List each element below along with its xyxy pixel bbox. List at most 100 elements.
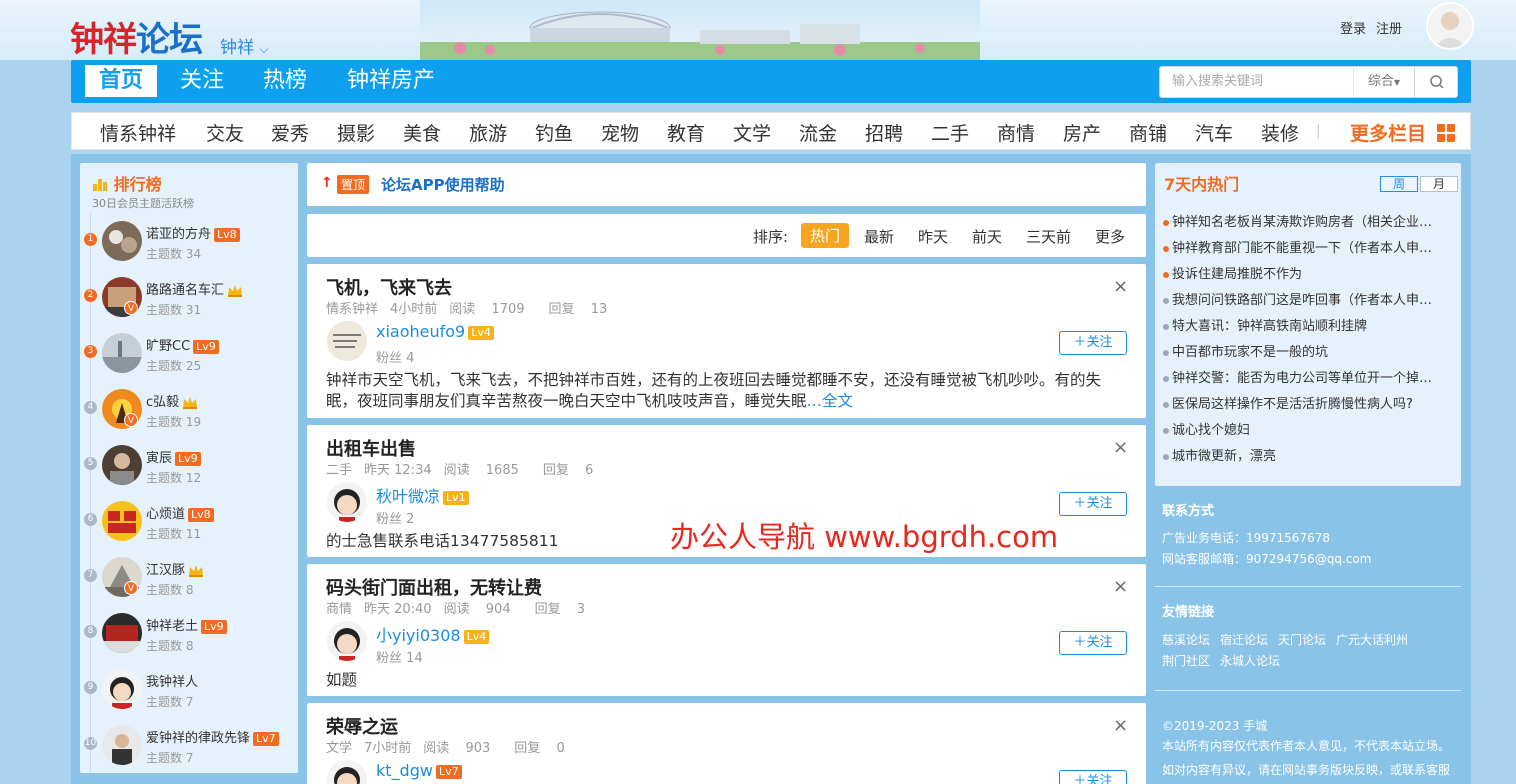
- rank-username[interactable]: 诺亚的方舟: [146, 227, 211, 242]
- rank-username[interactable]: 我钟祥人: [146, 675, 198, 690]
- avatar[interactable]: [102, 725, 142, 765]
- category-item[interactable]: 旅游: [469, 119, 507, 146]
- login-link[interactable]: 登录: [1340, 22, 1366, 37]
- rank-item[interactable]: 7 V 江汉豚 主题数 8: [80, 549, 298, 605]
- site-logo[interactable]: 钟祥论坛: [70, 12, 203, 61]
- tab-week[interactable]: 周: [1380, 176, 1418, 192]
- category-item[interactable]: 房产: [1063, 119, 1101, 146]
- avatar[interactable]: [102, 221, 142, 261]
- category-item[interactable]: 汽车: [1195, 119, 1233, 146]
- rank-item[interactable]: 4 V c弘毅 主题数 19: [80, 381, 298, 437]
- nav-follow[interactable]: 关注: [166, 65, 238, 97]
- rank-item[interactable]: 10 爱钟祥的律政先锋 Lv7 主题数 7: [80, 717, 298, 773]
- rank-item[interactable]: 8 钟祥老土 Lv9 主题数 8: [80, 605, 298, 661]
- sort-yesterday[interactable]: 昨天: [918, 226, 948, 247]
- nav-home[interactable]: 首页: [85, 65, 158, 97]
- category-item[interactable]: 流金: [799, 119, 837, 146]
- avatar[interactable]: [102, 333, 142, 373]
- post-author[interactable]: 秋叶微凉: [376, 487, 440, 506]
- read-more-link[interactable]: 全文: [822, 392, 853, 410]
- rank-username[interactable]: 爱钟祥的律政先锋: [146, 731, 250, 746]
- follow-button[interactable]: ＋关注: [1059, 331, 1127, 355]
- friend-link[interactable]: 荆门社区: [1162, 654, 1210, 668]
- rank-item[interactable]: 6 心烦道 Lv8 主题数 11: [80, 493, 298, 549]
- category-item[interactable]: 商情: [997, 119, 1035, 146]
- close-icon[interactable]: ×: [1113, 437, 1128, 458]
- hot-item[interactable]: 投诉住建局推脱不作为: [1163, 263, 1453, 282]
- sort-latest[interactable]: 最新: [864, 226, 894, 247]
- close-icon[interactable]: ×: [1113, 276, 1128, 297]
- rank-username[interactable]: 钟祥老土: [146, 619, 198, 634]
- hot-item[interactable]: 钟祥知名老板肖某涛欺诈购房者（相关企业…: [1163, 211, 1453, 230]
- friend-link[interactable]: 宿迁论坛: [1220, 633, 1268, 647]
- nav-hot[interactable]: 热榜: [249, 65, 321, 97]
- post-title[interactable]: 荣辱之运: [326, 713, 398, 739]
- post-author[interactable]: kt_dgw: [376, 761, 433, 780]
- category-item[interactable]: 宠物: [601, 119, 639, 146]
- rank-username[interactable]: c弘毅: [146, 395, 179, 410]
- follow-button[interactable]: ＋关注: [1059, 631, 1127, 655]
- sort-three-days[interactable]: 三天前: [1026, 226, 1071, 247]
- post-author[interactable]: 小yiyi0308: [376, 626, 461, 645]
- rank-username[interactable]: 江汉豚: [146, 563, 185, 578]
- post-title[interactable]: 飞机，飞来飞去: [326, 274, 452, 300]
- pinned-title[interactable]: 论坛APP使用帮助: [381, 174, 505, 195]
- post-title[interactable]: 码头街门面出租，无转让费: [326, 574, 542, 600]
- category-item[interactable]: 爱秀: [271, 119, 309, 146]
- category-item[interactable]: 钓鱼: [535, 119, 573, 146]
- friend-link[interactable]: 慈溪论坛: [1162, 633, 1210, 647]
- close-icon[interactable]: ×: [1113, 576, 1128, 597]
- hot-item[interactable]: 特大喜讯：钟祥高铁南站顺利挂牌: [1163, 315, 1453, 334]
- search-scope-select[interactable]: 综合▼: [1353, 66, 1415, 98]
- rank-item[interactable]: 3 旷野CC Lv9 主题数 25: [80, 325, 298, 381]
- user-avatar[interactable]: [1426, 2, 1474, 50]
- category-item[interactable]: 情系钟祥: [100, 119, 176, 146]
- friend-link[interactable]: 永城人论坛: [1220, 654, 1280, 668]
- tab-month[interactable]: 月: [1420, 176, 1458, 192]
- hot-item[interactable]: 钟祥教育部门能不能重视一下（作者本人申…: [1163, 237, 1453, 256]
- category-item[interactable]: 交友: [206, 119, 244, 146]
- category-item[interactable]: 文学: [733, 119, 771, 146]
- follow-button[interactable]: ＋关注: [1059, 492, 1127, 516]
- avatar[interactable]: [327, 482, 367, 522]
- category-item[interactable]: 商铺: [1129, 119, 1167, 146]
- avatar[interactable]: [327, 621, 367, 661]
- category-item[interactable]: 招聘: [865, 119, 903, 146]
- hot-item[interactable]: 钟祥交警：能否为电力公司等单位开一个掉…: [1163, 367, 1453, 386]
- sort-day-before[interactable]: 前天: [972, 226, 1002, 247]
- hot-item[interactable]: 医保局这样操作不是活活折腾慢性病人吗?: [1163, 393, 1453, 412]
- friend-link[interactable]: 天门论坛: [1278, 633, 1326, 647]
- category-item[interactable]: 教育: [667, 119, 705, 146]
- avatar[interactable]: [102, 613, 142, 653]
- rank-username[interactable]: 心烦道: [146, 507, 185, 522]
- sort-hot[interactable]: 热门: [801, 223, 850, 248]
- follow-button[interactable]: ＋关注: [1059, 770, 1127, 784]
- hot-item[interactable]: 我想问问铁路部门这是咋回事（作者本人申…: [1163, 289, 1453, 308]
- register-link[interactable]: 注册: [1376, 22, 1402, 37]
- pinned-post[interactable]: ↑ 置顶 论坛APP使用帮助: [307, 163, 1146, 206]
- close-icon[interactable]: ×: [1113, 715, 1128, 736]
- city-switch[interactable]: 钟祥 ⌵: [220, 33, 269, 58]
- rank-username[interactable]: 寅辰: [146, 451, 172, 466]
- rank-item[interactable]: 2 V 路路通名车汇 主题数 31: [80, 269, 298, 325]
- sort-more[interactable]: 更多: [1095, 226, 1125, 247]
- hot-item[interactable]: 诚心找个媳妇: [1163, 419, 1453, 438]
- nav-house[interactable]: 钟祥房产: [333, 65, 449, 97]
- rank-item[interactable]: 5 寅辰 Lv9 主题数 12: [80, 437, 298, 493]
- hot-item[interactable]: 城市微更新，漂亮: [1163, 445, 1453, 464]
- avatar[interactable]: [102, 501, 142, 541]
- avatar[interactable]: [102, 445, 142, 485]
- avatar[interactable]: [327, 760, 367, 784]
- category-item[interactable]: 二手: [931, 119, 969, 146]
- category-item[interactable]: 装修: [1261, 119, 1299, 146]
- post-author[interactable]: xiaoheufo9: [376, 322, 465, 341]
- rank-username[interactable]: 旷野CC: [146, 339, 190, 354]
- search-button[interactable]: [1414, 66, 1458, 98]
- avatar[interactable]: [102, 669, 142, 709]
- hot-item[interactable]: 中百都市玩家不是一般的坑: [1163, 341, 1453, 360]
- friend-link[interactable]: 广元大话利州: [1336, 633, 1408, 647]
- category-item[interactable]: 美食: [403, 119, 441, 146]
- rank-item[interactable]: 1 诺亚的方舟 Lv8 主题数 34: [80, 213, 298, 269]
- avatar[interactable]: [327, 321, 367, 361]
- post-title[interactable]: 出租车出售: [326, 435, 416, 461]
